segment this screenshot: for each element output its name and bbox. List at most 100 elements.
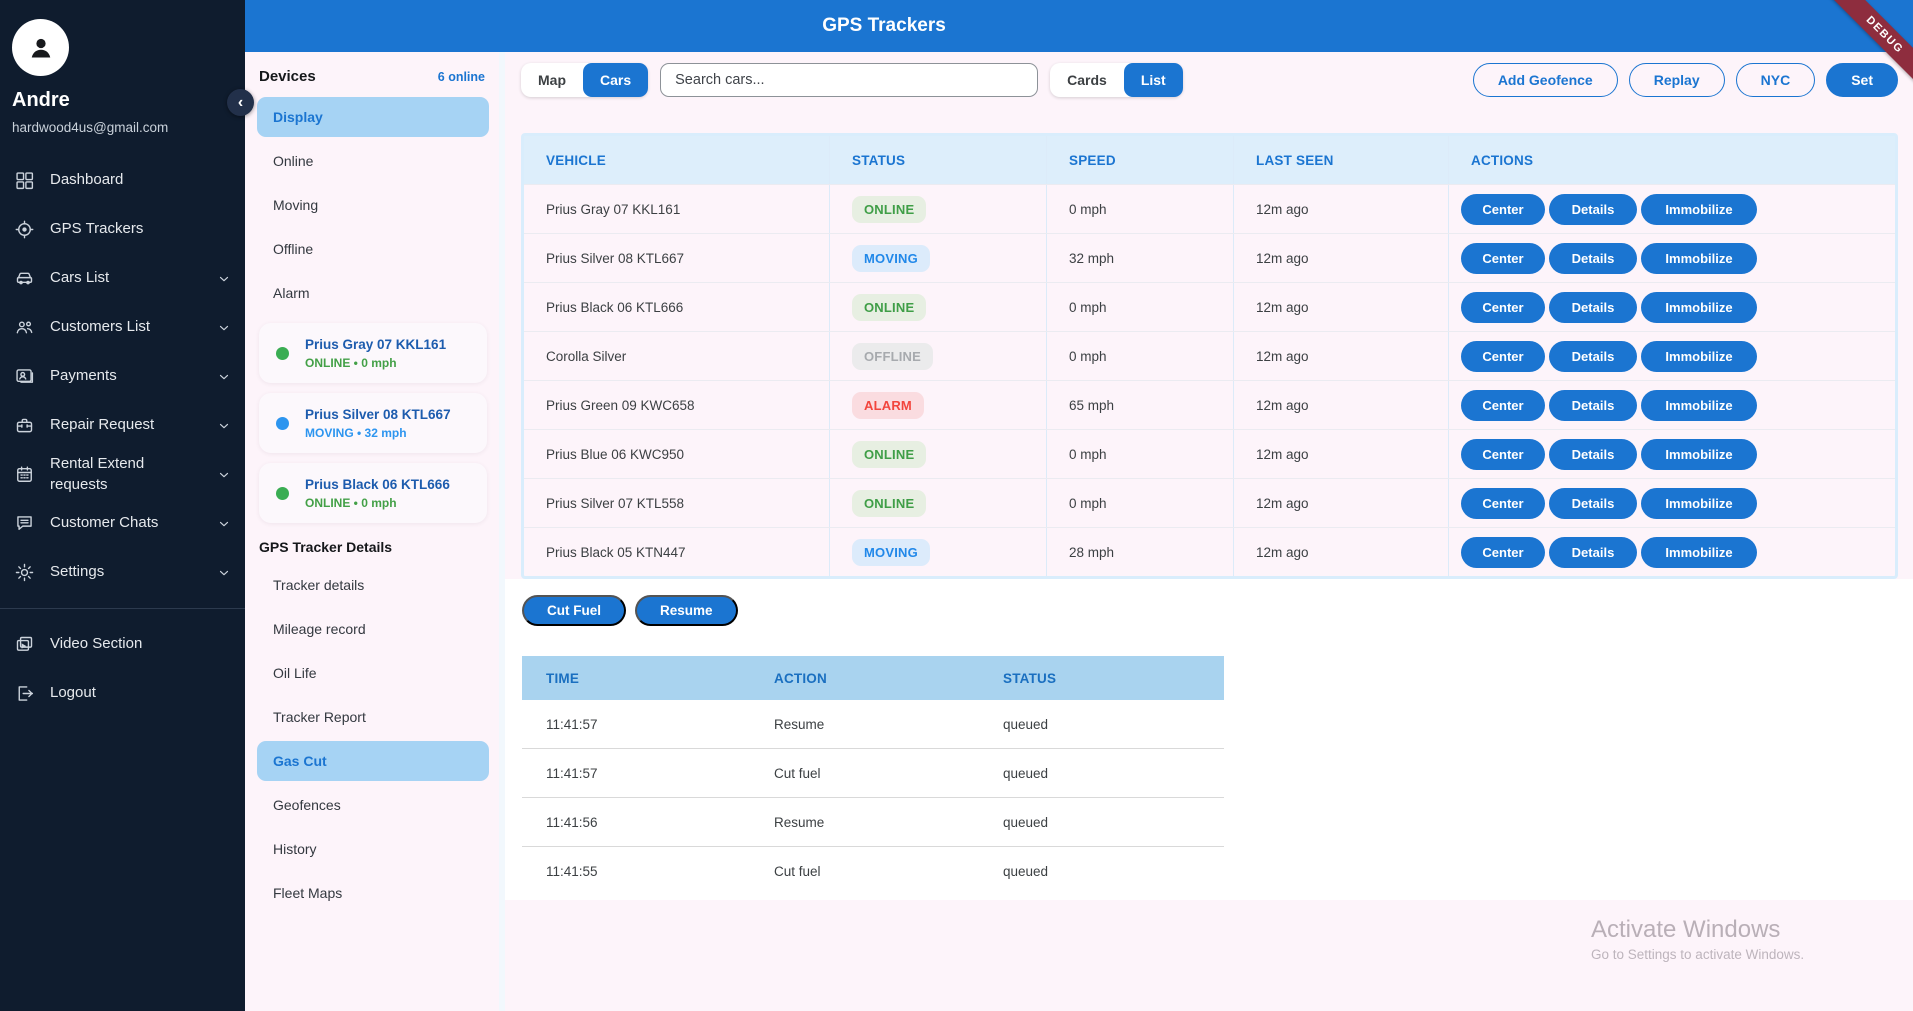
immobilize-button[interactable]: Immobilize	[1641, 194, 1757, 225]
vehicle-actions-cell: CenterDetailsImmobilize	[1448, 479, 1895, 527]
gas-time-cell: 11:41:57	[522, 749, 750, 797]
status-badge: ONLINE	[852, 441, 926, 468]
chevron-down-icon	[217, 370, 231, 384]
resume-button[interactable]: Resume	[635, 595, 738, 626]
vehicle-name-cell: Prius Gray 07 KKL161	[524, 185, 829, 233]
tracker-menu-oil-life[interactable]: Oil Life	[257, 653, 489, 693]
center-button[interactable]: Center	[1461, 243, 1545, 274]
add-geofence-button[interactable]: Add Geofence	[1473, 63, 1618, 97]
immobilize-button[interactable]: Immobilize	[1641, 439, 1757, 470]
view-toggle-map[interactable]: Map	[521, 63, 583, 97]
device-card-text: Prius Black 06 KTL666ONLINE • 0 mph	[305, 477, 450, 510]
device-card-prius-silver-08-ktl667[interactable]: Prius Silver 08 KTL667MOVING • 32 mph	[259, 393, 487, 453]
sidebar-collapse-button[interactable]: ‹	[227, 89, 254, 116]
center-button[interactable]: Center	[1461, 439, 1545, 470]
video-icon	[14, 634, 35, 655]
center-button[interactable]: Center	[1461, 488, 1545, 519]
vehicle-row: Prius Gray 07 KKL161ONLINE0 mph12m agoCe…	[524, 184, 1895, 233]
vehicle-name-cell: Prius Blue 06 KWC950	[524, 430, 829, 478]
gas-column-action: ACTION	[750, 656, 979, 700]
gps-target-icon	[14, 219, 35, 240]
device-card-prius-gray-07-kkl161[interactable]: Prius Gray 07 KKL161ONLINE • 0 mph	[259, 323, 487, 383]
vehicle-speed-cell: 28 mph	[1046, 528, 1233, 576]
set-button[interactable]: Set	[1826, 63, 1898, 97]
gas-time-cell: 11:41:56	[522, 798, 750, 846]
gas-cut-row: 11:41:57Cut fuelqueued	[522, 749, 1224, 798]
immobilize-button[interactable]: Immobilize	[1641, 537, 1757, 568]
gas-cut-row: 11:41:57Resumequeued	[522, 700, 1224, 749]
tracker-menu-gas-cut[interactable]: Gas Cut	[257, 741, 489, 781]
sidebar-item-dashboard[interactable]: Dashboard	[0, 156, 245, 205]
sidebar-item-customer-chats[interactable]: Customer Chats	[0, 499, 245, 548]
device-filter-alarm[interactable]: Alarm	[257, 273, 489, 313]
sidebar: Andre hardwood4us@gmail.com ‹ DashboardG…	[0, 0, 245, 1011]
device-filter-display[interactable]: Display	[257, 97, 489, 137]
details-button[interactable]: Details	[1549, 537, 1637, 568]
gas-column-status: STATUS	[979, 656, 1224, 700]
status-dot	[276, 487, 289, 500]
tracker-menu-tracker-report[interactable]: Tracker Report	[257, 697, 489, 737]
status-badge: ONLINE	[852, 294, 926, 321]
cards-list-toggle: CardsList	[1050, 63, 1183, 97]
details-button[interactable]: Details	[1549, 194, 1637, 225]
tracker-menu-tracker-details[interactable]: Tracker details	[257, 565, 489, 605]
device-card-status: ONLINE • 0 mph	[305, 356, 446, 370]
sidebar-item-logout[interactable]: Logout	[0, 669, 245, 718]
sidebar-item-rental-extend-requests[interactable]: Rental Extend requests	[0, 450, 245, 499]
logout-icon	[14, 683, 35, 704]
details-button[interactable]: Details	[1549, 292, 1637, 323]
gas-action-cell: Cut fuel	[750, 749, 979, 797]
device-filter-offline[interactable]: Offline	[257, 229, 489, 269]
immobilize-button[interactable]: Immobilize	[1641, 488, 1757, 519]
map-cars-toggle: MapCars	[521, 63, 648, 97]
immobilize-button[interactable]: Immobilize	[1641, 243, 1757, 274]
tracker-menu-history[interactable]: History	[257, 829, 489, 869]
device-filter-moving[interactable]: Moving	[257, 185, 489, 225]
details-button[interactable]: Details	[1549, 390, 1637, 421]
center-button[interactable]: Center	[1461, 341, 1545, 372]
layout-toggle-cards[interactable]: Cards	[1050, 63, 1124, 97]
view-toggle-cars[interactable]: Cars	[583, 63, 648, 97]
sidebar-item-settings[interactable]: Settings	[0, 548, 245, 597]
device-filter-online[interactable]: Online	[257, 141, 489, 181]
status-dot	[276, 417, 289, 430]
details-button[interactable]: Details	[1549, 341, 1637, 372]
details-button[interactable]: Details	[1549, 439, 1637, 470]
sidebar-item-payments[interactable]: Payments	[0, 352, 245, 401]
sidebar-item-video-section[interactable]: Video Section	[0, 620, 245, 669]
chat-icon	[14, 513, 35, 534]
chevron-down-icon	[217, 566, 231, 580]
immobilize-button[interactable]: Immobilize	[1641, 390, 1757, 421]
cut-fuel-button[interactable]: Cut Fuel	[522, 595, 626, 626]
immobilize-button[interactable]: Immobilize	[1641, 341, 1757, 372]
tracker-menu-fleet-maps[interactable]: Fleet Maps	[257, 873, 489, 913]
device-card-name: Prius Black 06 KTL666	[305, 477, 450, 492]
sidebar-item-repair-request[interactable]: Repair Request	[0, 401, 245, 450]
status-badge: ALARM	[852, 392, 924, 419]
sidebar-item-label: Payments	[50, 366, 168, 386]
details-button[interactable]: Details	[1549, 488, 1637, 519]
avatar	[12, 19, 69, 76]
tracker-menu-geofences[interactable]: Geofences	[257, 785, 489, 825]
watermark-line1: Activate Windows	[1591, 916, 1804, 944]
immobilize-button[interactable]: Immobilize	[1641, 292, 1757, 323]
sidebar-item-customers-list[interactable]: Customers List	[0, 303, 245, 352]
vehicle-speed-cell: 0 mph	[1046, 185, 1233, 233]
details-button[interactable]: Details	[1549, 243, 1637, 274]
chevron-down-icon	[217, 468, 231, 482]
device-card-prius-black-06-ktl666[interactable]: Prius Black 06 KTL666ONLINE • 0 mph	[259, 463, 487, 523]
layout-toggle-list[interactable]: List	[1124, 63, 1183, 97]
sidebar-item-cars-list[interactable]: Cars List	[0, 254, 245, 303]
vehicle-actions-cell: CenterDetailsImmobilize	[1448, 283, 1895, 331]
replay-button[interactable]: Replay	[1629, 63, 1725, 97]
device-card-name: Prius Silver 08 KTL667	[305, 407, 451, 422]
center-button[interactable]: Center	[1461, 292, 1545, 323]
center-button[interactable]: Center	[1461, 194, 1545, 225]
search-input[interactable]	[660, 63, 1038, 97]
sidebar-item-gps-trackers[interactable]: GPS Trackers	[0, 205, 245, 254]
nyc-button[interactable]: NYC	[1736, 63, 1816, 97]
vehicle-actions-cell: CenterDetailsImmobilize	[1448, 332, 1895, 380]
center-button[interactable]: Center	[1461, 537, 1545, 568]
center-button[interactable]: Center	[1461, 390, 1545, 421]
tracker-menu-mileage-record[interactable]: Mileage record	[257, 609, 489, 649]
